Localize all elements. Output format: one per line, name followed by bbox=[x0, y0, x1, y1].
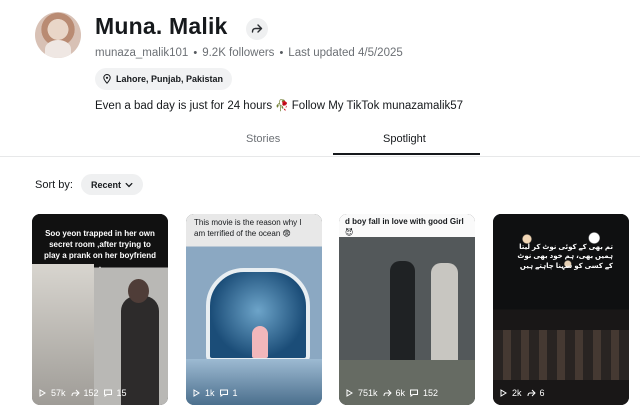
card-1-caption: Soo yeon trapped in her own secret room … bbox=[43, 229, 157, 271]
sort-value: Recent bbox=[90, 179, 121, 190]
card-4-stats: 2k 6 bbox=[498, 388, 545, 398]
share-icon bbox=[71, 389, 80, 397]
tab-stories[interactable]: Stories bbox=[246, 133, 280, 145]
card-1-head bbox=[128, 279, 149, 303]
profile-name: Muna. Malik bbox=[95, 13, 228, 39]
location-chip: Lahore, Punjab, Pakistan bbox=[95, 68, 233, 90]
play-icon bbox=[500, 389, 507, 397]
bio-link-text: Follow My TikTok munazamalik57 bbox=[291, 99, 464, 112]
rose-emoji: 🥀 bbox=[275, 100, 289, 112]
comments-count: 15 bbox=[116, 388, 127, 398]
card-4-furniture bbox=[493, 330, 629, 380]
spotlight-card-4[interactable]: تم بھی کے کوئی نوٹ کر لیتا ہمیں بھی، ہم … bbox=[493, 214, 629, 405]
chevron-down-icon bbox=[125, 182, 133, 187]
comment-icon bbox=[219, 389, 228, 397]
spotlight-card-2[interactable]: This movie is the reason why I am terrif… bbox=[186, 214, 322, 405]
card-1-person bbox=[121, 296, 159, 405]
avatar bbox=[35, 12, 81, 58]
last-updated: Last updated 4/5/2025 bbox=[288, 47, 403, 59]
username: munaza_malik101 bbox=[95, 47, 189, 59]
profile-meta: munaza_malik101 • 9.2K followers • Last … bbox=[95, 47, 403, 59]
play-icon bbox=[193, 389, 200, 397]
share-icon bbox=[527, 389, 536, 397]
spotlight-card-3[interactable]: d boy fall in love with good Girl 😈 751k… bbox=[339, 214, 475, 405]
card-3-floor bbox=[339, 360, 475, 405]
views-count: 751k bbox=[358, 388, 378, 398]
location-label: Lahore, Punjab, Pakistan bbox=[116, 74, 224, 84]
comments-count: 1 bbox=[232, 388, 238, 398]
followers-count: 9.2K followers bbox=[202, 47, 275, 59]
views-count: 2k bbox=[512, 388, 522, 398]
shares-count: 152 bbox=[83, 388, 99, 398]
views-count: 1k bbox=[205, 388, 215, 398]
comment-icon bbox=[103, 389, 112, 397]
card-2-floor bbox=[186, 359, 322, 405]
share-icon bbox=[251, 24, 263, 33]
sort-dropdown[interactable]: Recent bbox=[81, 174, 143, 195]
card-2-stats: 1k 1 bbox=[191, 388, 238, 398]
play-icon bbox=[39, 389, 46, 397]
card-1-wall bbox=[32, 264, 94, 405]
shares-count: 6k bbox=[395, 388, 406, 398]
card-3-person-1 bbox=[390, 261, 415, 371]
active-tab-indicator bbox=[333, 153, 480, 155]
card-2-caption: This movie is the reason why I am terrif… bbox=[194, 218, 302, 238]
card-3-stats: 751k 6k 152 bbox=[344, 388, 438, 398]
card-2-figure bbox=[252, 326, 268, 358]
views-count: 57k bbox=[51, 388, 66, 398]
card-3-person-2 bbox=[431, 263, 458, 369]
bio-text: Even a bad day is just for 24 hours bbox=[95, 99, 273, 112]
share-icon bbox=[383, 389, 392, 397]
spotlight-card-1[interactable]: Soo yeon trapped in her own secret room … bbox=[32, 214, 168, 405]
bio: Even a bad day is just for 24 hours 🥀 Fo… bbox=[95, 99, 464, 113]
content-tabs: Stories Spotlight bbox=[0, 125, 640, 157]
card-4-caption: تم بھی کے کوئی نوٹ کر لیتا ہمیں بھی، ہم … bbox=[517, 244, 613, 270]
card-1-stats: 57k 152 15 bbox=[37, 388, 127, 398]
play-icon bbox=[346, 389, 353, 397]
share-button[interactable] bbox=[246, 18, 268, 40]
comment-icon bbox=[410, 389, 419, 397]
comments-count: 152 bbox=[423, 388, 439, 398]
sort-label: Sort by: bbox=[35, 179, 73, 191]
shares-count: 6 bbox=[539, 388, 545, 398]
location-pin-icon bbox=[103, 74, 111, 84]
tab-spotlight[interactable]: Spotlight bbox=[383, 133, 426, 145]
card-3-caption: d boy fall in love with good Girl 😈 bbox=[345, 217, 464, 237]
